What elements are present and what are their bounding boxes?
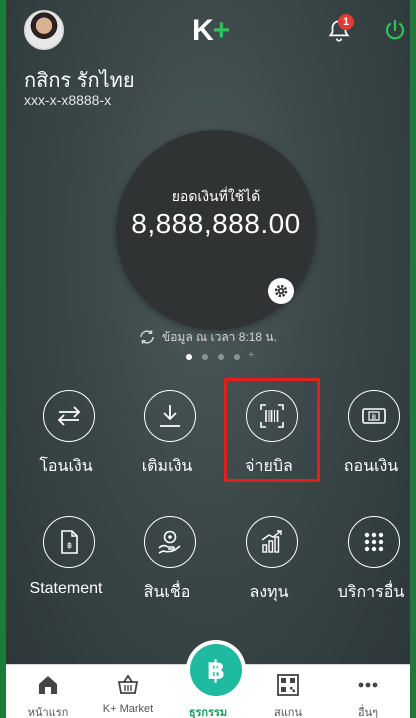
add-page-indicator: +: [248, 349, 255, 361]
action-ring: ฿: [43, 516, 95, 568]
top-bar: K+ 1: [6, 0, 410, 60]
action-loan[interactable]: สินเชื่อ: [122, 516, 212, 626]
page-dot-active: [186, 354, 192, 360]
action-ring: ฿: [348, 390, 400, 442]
qr-scan-icon: [277, 674, 299, 696]
balance-settings-button[interactable]: [268, 278, 294, 304]
action-label: ถอนเงิน: [343, 458, 399, 475]
transfer-icon: [57, 406, 81, 426]
action-ring: [43, 390, 95, 442]
power-icon[interactable]: [383, 18, 407, 42]
action-ring: [144, 516, 196, 568]
account-number: xxx-x-x8888-x: [24, 92, 112, 108]
page-dot: [218, 354, 224, 360]
action-ring: [246, 516, 298, 568]
action-ring: [144, 390, 196, 442]
topup-icon: [160, 405, 180, 427]
svg-text:฿: ฿: [67, 541, 72, 550]
more-services-icon: [364, 532, 384, 552]
invest-icon: [261, 530, 282, 553]
action-invest[interactable]: ลงทุน: [224, 516, 314, 626]
page-indicator: +: [186, 349, 256, 362]
balance-circle[interactable]: ยอดเงินที่ใช้ได้ 8,888,888.00: [116, 130, 316, 330]
avatar[interactable]: [24, 10, 64, 50]
nav-label: หน้าแรก: [27, 707, 69, 718]
transactions-fab[interactable]: ฿: [186, 640, 246, 700]
home-icon: [39, 676, 57, 694]
refresh-icon[interactable]: [138, 328, 156, 346]
logo-k: K: [192, 14, 214, 47]
nav-home[interactable]: หน้าแรก: [8, 665, 88, 718]
nav-kplus-market[interactable]: K+ Market: [88, 665, 168, 718]
gear-icon: [274, 284, 288, 298]
action-more-services[interactable]: บริการอื่น: [326, 516, 410, 626]
app-screen: K+ 1 กสิกร รักไทย xxx-x-x8888-x ยอดเงินท…: [6, 0, 410, 718]
loan-icon: [158, 530, 181, 554]
svg-text:฿: ฿: [372, 413, 376, 421]
nav-label: ธุรกรรม: [188, 707, 228, 718]
statement-icon: ฿: [61, 530, 78, 554]
action-label: เติมเงิน: [141, 458, 193, 475]
nav-more[interactable]: อื่นๆ: [328, 665, 408, 718]
nav-scan[interactable]: สแกน: [248, 665, 328, 718]
more-icon: [358, 682, 378, 688]
nav-label: K+ Market: [102, 703, 154, 715]
action-label: บริการอื่น: [337, 584, 405, 601]
pay-bill-highlight-box: [224, 378, 320, 482]
baht-icon: ฿: [190, 644, 242, 696]
logo-plus: +: [212, 14, 231, 47]
action-topup[interactable]: เติมเงิน: [122, 390, 212, 500]
withdraw-icon: ฿: [362, 408, 386, 424]
nav-label: อื่นๆ: [357, 707, 379, 718]
action-label: โอนเงิน: [39, 458, 93, 475]
action-statement[interactable]: ฿ Statement: [21, 516, 111, 626]
action-ring: [348, 516, 400, 568]
balance-label: ยอดเงินที่ใช้ได้: [171, 188, 261, 204]
kplus-logo: K+: [192, 14, 231, 48]
action-label: สินเชื่อ: [143, 584, 191, 601]
balance-value: 8,888,888.00: [131, 208, 301, 239]
basket-icon: [117, 674, 139, 694]
notification-badge: 1: [338, 14, 354, 30]
page-dot: [234, 354, 240, 360]
action-withdraw[interactable]: ฿ ถอนเงิน: [326, 390, 410, 500]
action-label: ลงทุน: [249, 584, 289, 601]
page-dot: [202, 354, 208, 360]
nav-label: สแกน: [274, 707, 302, 718]
action-transfer[interactable]: โอนเงิน: [21, 390, 111, 500]
last-updated-text: ข้อมูล ณ เวลา 8:18 น.: [162, 330, 277, 344]
action-label: Statement: [29, 580, 103, 597]
